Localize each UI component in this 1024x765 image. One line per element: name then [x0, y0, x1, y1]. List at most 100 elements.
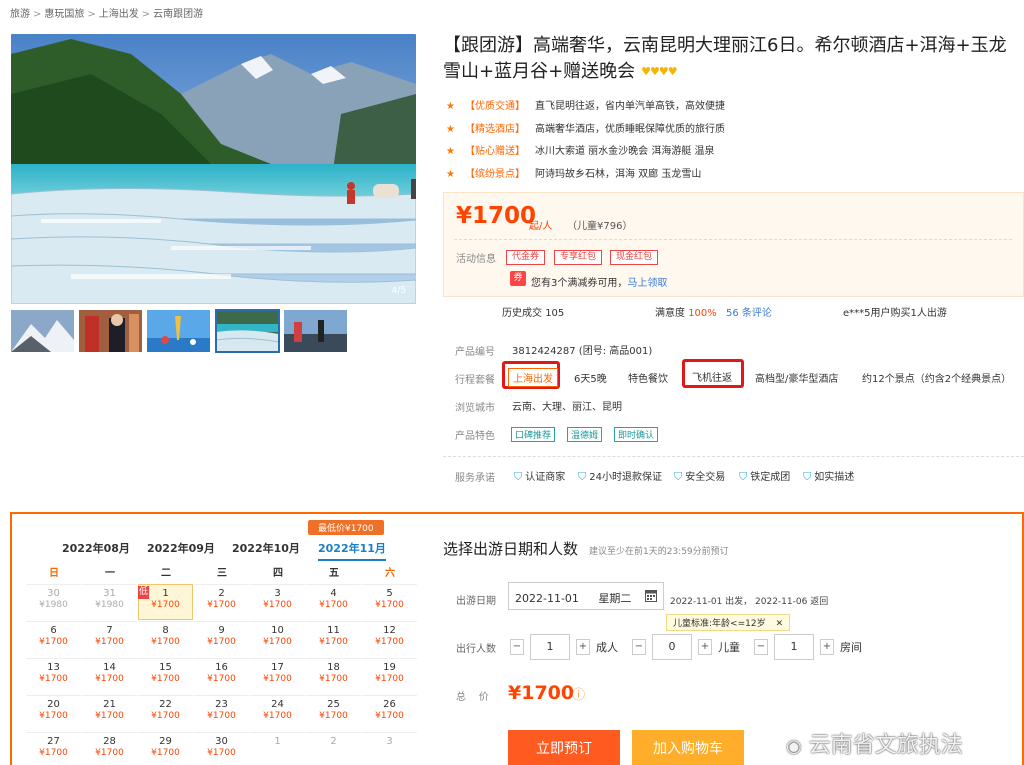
calendar-day[interactable]: 12 ¥1700 — [362, 621, 417, 657]
calendar-day[interactable]: 17 ¥1700 — [250, 658, 305, 694]
calendar-day[interactable]: 16 ¥1700 — [194, 658, 249, 694]
watermark-text: 云南省文旅执法 — [808, 733, 963, 758]
day-price: ¥1700 — [263, 637, 292, 647]
day-price: ¥1700 — [39, 711, 68, 721]
calendar-day[interactable]: 1 — [250, 732, 305, 765]
calendar-day[interactable]: 24 ¥1700 — [250, 695, 305, 731]
calendar-day[interactable]: 9 ¥1700 — [194, 621, 249, 657]
calendar-day[interactable]: 1 ¥1700 低 — [138, 584, 193, 620]
book-now-button[interactable]: 立即预订 — [508, 730, 620, 765]
adult-stepper[interactable]: − 1 + 成人 — [510, 634, 618, 660]
month-tab[interactable]: 2022年08月 — [62, 540, 130, 556]
day-number: 15 — [159, 662, 172, 673]
breadcrumb-item[interactable]: 惠玩国旅 — [44, 9, 84, 20]
calendar-day[interactable]: 28 ¥1700 — [82, 732, 137, 765]
calendar-day[interactable]: 22 ¥1700 — [138, 695, 193, 731]
thumbnail[interactable] — [79, 310, 142, 352]
minus-button[interactable]: − — [754, 639, 768, 655]
date-input[interactable]: 2022-11-01 星期二 — [508, 582, 664, 610]
calendar-day[interactable]: 29 ¥1700 — [138, 732, 193, 765]
breadcrumb-item[interactable]: 云南跟团游 — [153, 9, 203, 20]
calendar-day[interactable]: 2 ¥1700 — [194, 584, 249, 620]
minus-button[interactable]: − — [510, 639, 524, 655]
month-tab[interactable]: 2022年10月 — [232, 540, 300, 556]
day-price: ¥1700 — [375, 711, 404, 721]
calendar-day[interactable]: 26 ¥1700 — [362, 695, 417, 731]
calendar-day[interactable]: 13 ¥1700 — [26, 658, 81, 694]
calendar-day[interactable]: 11 ¥1700 — [306, 621, 361, 657]
plus-button[interactable]: + — [576, 639, 590, 655]
day-price: ¥1700 — [207, 674, 236, 684]
add-to-cart-button[interactable]: 加入购物车 — [632, 730, 744, 765]
plus-button[interactable]: + — [820, 639, 834, 655]
package-option-spots[interactable]: 约12个景点（约含2个经典景点） — [862, 370, 1011, 385]
room-stepper[interactable]: − 1 + 房间 — [754, 634, 862, 660]
weekday-header: 三 — [217, 568, 227, 579]
calendar-day[interactable]: 20 ¥1700 — [26, 695, 81, 731]
calendar-day[interactable]: 4 ¥1700 — [306, 584, 361, 620]
close-icon[interactable]: ✕ — [776, 619, 784, 629]
calendar-day[interactable]: 3 — [362, 732, 417, 765]
package-option-duration[interactable]: 6天5晚 — [574, 370, 607, 385]
calendar-day[interactable]: 14 ¥1700 — [82, 658, 137, 694]
reviews-link[interactable]: 56 条评论 — [726, 304, 772, 319]
calendar-day[interactable]: 21 ¥1700 — [82, 695, 137, 731]
calendar-day[interactable]: 30 ¥1700 — [194, 732, 249, 765]
day-number: 24 — [271, 699, 284, 710]
coupon-tag[interactable]: 代金券 — [506, 250, 546, 265]
child-count[interactable]: 0 — [652, 634, 692, 660]
product-title-text: 【跟团游】高端奢华，云南昆明大理丽江6日。希尔顿酒店+洱海+玉龙雪山+蓝月谷+赠… — [443, 35, 1007, 82]
day-number: 11 — [327, 625, 340, 636]
thumbnail[interactable] — [147, 310, 210, 352]
plus-button[interactable]: + — [698, 639, 712, 655]
minus-button[interactable]: − — [632, 639, 646, 655]
calendar-day[interactable]: 27 ¥1700 — [26, 732, 81, 765]
calendar-day[interactable]: 3 ¥1700 — [250, 584, 305, 620]
day-number: 21 — [103, 699, 116, 710]
calendar-day[interactable]: 2 — [306, 732, 361, 765]
info-icon[interactable]: ⓘ — [572, 684, 585, 703]
thumbnail[interactable] — [284, 310, 347, 352]
stats-bar: 历史成交 105 满意度 100% 56 条评论 e***5用户购买1人出游 — [443, 304, 1024, 326]
day-price: ¥1700 — [207, 711, 236, 721]
coupon-tag[interactable]: 专享红包 — [554, 250, 603, 265]
package-option-hotel[interactable]: 高档型/豪华型酒店 — [755, 370, 838, 385]
day-price: ¥1700 — [39, 748, 68, 758]
thumbnail[interactable] — [215, 309, 280, 353]
calendar-day[interactable]: 30 ¥1980 — [26, 584, 81, 620]
calendar-day[interactable]: 19 ¥1700 — [362, 658, 417, 694]
day-price: ¥1700 — [207, 637, 236, 647]
breadcrumb-item[interactable]: 上海出发 — [99, 9, 139, 20]
claim-coupon-link[interactable]: 马上领取 — [627, 278, 667, 289]
calendar-day[interactable]: 31 ¥1980 — [82, 584, 137, 620]
room-count[interactable]: 1 — [774, 634, 814, 660]
calendar-day[interactable]: 10 ¥1700 — [250, 621, 305, 657]
price: ¥1700 — [456, 203, 537, 229]
main-photo[interactable]: 4/5 — [11, 34, 416, 304]
package-option-departure[interactable]: 上海出发 — [508, 368, 558, 387]
adult-count[interactable]: 1 — [530, 634, 570, 660]
package-option-flight[interactable]: 飞机往返 — [692, 369, 732, 384]
child-stepper[interactable]: − 0 + 儿童 — [632, 634, 740, 660]
thumbnail[interactable] — [11, 310, 74, 352]
calendar-day[interactable]: 15 ¥1700 — [138, 658, 193, 694]
coupon-tag[interactable]: 现金红包 — [610, 250, 659, 265]
month-tab[interactable]: 2022年09月 — [147, 540, 215, 556]
package-option-meals[interactable]: 特色餐饮 — [628, 370, 668, 385]
month-tab[interactable]: 2022年11月 — [318, 540, 386, 561]
coupon-icon: 券 — [510, 271, 526, 286]
rating-icon: ♥♥♥♥ — [641, 65, 677, 78]
day-number: 19 — [383, 662, 396, 673]
calendar-day[interactable]: 5 ¥1700 — [362, 584, 417, 620]
calendar-day[interactable]: 6 ¥1700 — [26, 621, 81, 657]
calendar-day[interactable]: 7 ¥1700 — [82, 621, 137, 657]
service-item: ⛉ 认证商家 — [514, 470, 566, 483]
calendar-day[interactable]: 23 ¥1700 — [194, 695, 249, 731]
calendar-day[interactable]: 18 ¥1700 — [306, 658, 361, 694]
child-price: （儿童¥796） — [567, 221, 633, 232]
date-value: 2022-11-01 — [515, 592, 579, 605]
calendar-day[interactable]: 8 ¥1700 — [138, 621, 193, 657]
breadcrumb-item[interactable]: 旅游 — [10, 9, 30, 20]
cities-label: 浏览城市 — [455, 403, 495, 414]
calendar-day[interactable]: 25 ¥1700 — [306, 695, 361, 731]
